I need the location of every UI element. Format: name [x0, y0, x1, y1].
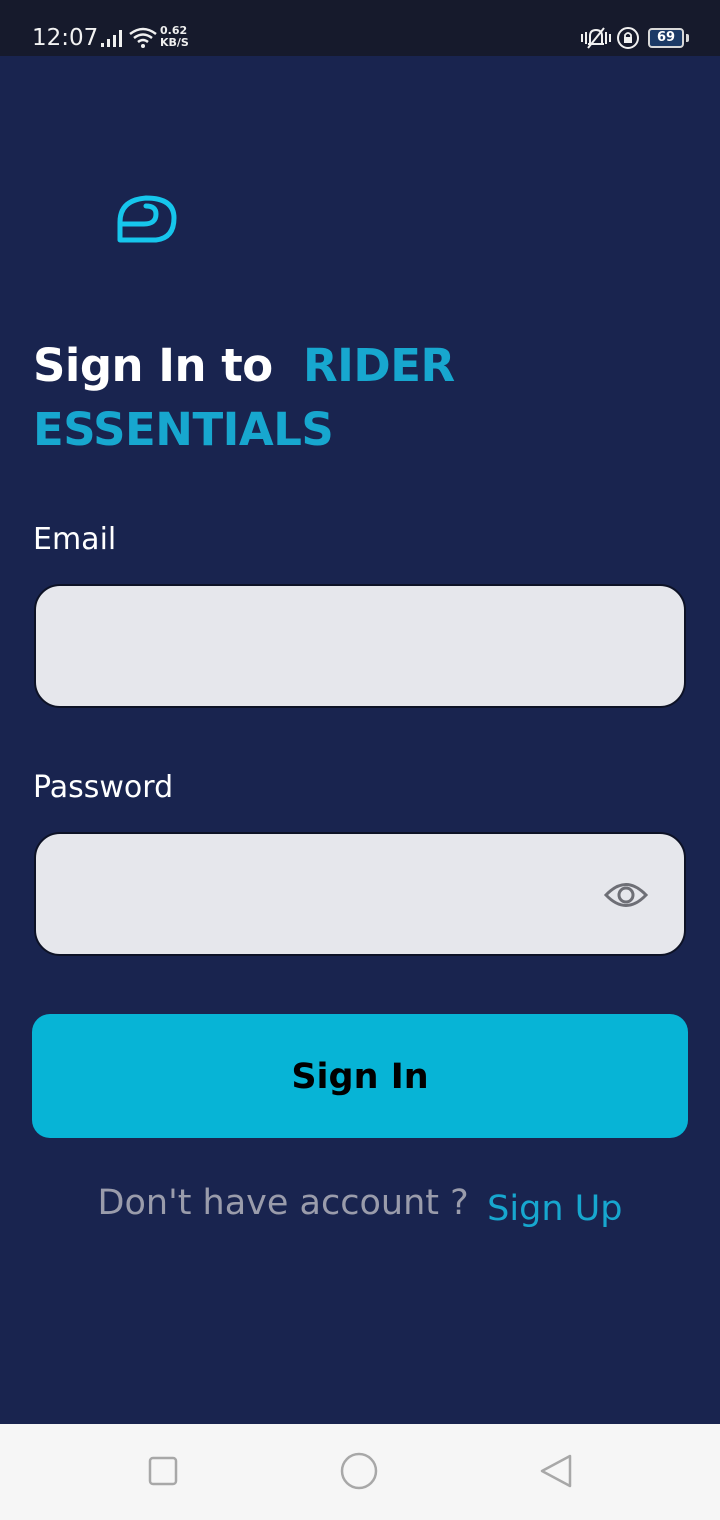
password-field[interactable]: [64, 834, 608, 956]
navigation-bar: [0, 1424, 720, 1520]
password-label: Password: [33, 770, 174, 805]
title-prefix: Sign In to: [33, 339, 273, 392]
email-label: Email: [33, 522, 117, 557]
battery-tip: [686, 34, 689, 42]
eye-icon[interactable]: [604, 880, 648, 910]
network-speed-unit: KB/S: [160, 36, 189, 49]
status-bar: 12:07 0.62 KB/S 69: [0, 0, 720, 56]
network-speed: 0.62 KB/S: [160, 25, 189, 49]
page-title: Sign In to RIDER ESSENTIALS: [33, 334, 693, 462]
signal-icon: [101, 30, 122, 47]
signup-prompt: Don't have account ?: [97, 1183, 469, 1223]
signup-row: Don't have account ? Sign Up: [0, 1178, 720, 1238]
sign-up-link[interactable]: Sign Up: [487, 1184, 622, 1234]
brand-name-line1: RIDER: [302, 339, 455, 392]
home-icon[interactable]: [340, 1452, 378, 1490]
helmet-icon: [117, 195, 177, 243]
wifi-icon: [129, 27, 157, 48]
email-field-container[interactable]: [34, 584, 686, 708]
back-icon[interactable]: [538, 1453, 574, 1489]
battery-icon: 69: [648, 28, 684, 48]
status-time: 12:07: [32, 25, 99, 51]
brand-name-line2: ESSENTIALS: [33, 403, 334, 456]
vibrate-icon: [581, 27, 611, 49]
sign-in-button[interactable]: Sign In: [32, 1014, 688, 1138]
battery-level: 69: [656, 30, 676, 45]
password-field-container[interactable]: [34, 832, 686, 956]
rotation-lock-icon: [617, 27, 639, 49]
recent-apps-icon[interactable]: [148, 1456, 178, 1486]
email-field[interactable]: [64, 586, 660, 708]
